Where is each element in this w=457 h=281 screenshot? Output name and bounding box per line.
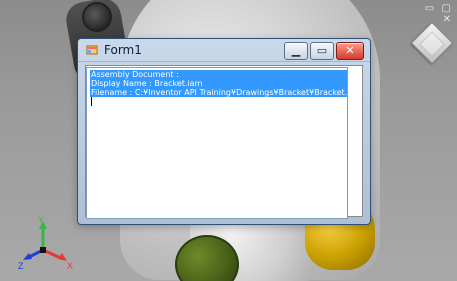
- minimize-button[interactable]: ▁: [284, 42, 308, 60]
- close-button[interactable]: ✕: [336, 42, 364, 60]
- maximize-icon: ▭: [316, 44, 328, 57]
- minimize-icon: ▁: [291, 44, 301, 57]
- caption-buttons: ▁ ▭ ✕: [284, 42, 364, 60]
- y-axis-label: Y: [38, 215, 44, 225]
- text-line-2: Display Name : Bracket.iam: [90, 79, 347, 88]
- viewport-window-controls[interactable]: ▭ ▢ ✕: [419, 3, 453, 25]
- x-axis-label: X: [67, 261, 73, 270]
- form-titlebar[interactable]: Form1 ▁ ▭ ✕: [78, 39, 370, 62]
- view-cube-icon[interactable]: [410, 21, 454, 65]
- maximize-button[interactable]: ▭: [310, 42, 334, 60]
- text-caret: [91, 97, 92, 106]
- z-axis-label: Z: [18, 261, 24, 270]
- text-line-3: Filename : C:¥Inventor API Training¥Draw…: [90, 88, 348, 97]
- z-axis-arrow-icon: [23, 253, 32, 260]
- form-window[interactable]: Form1 ▁ ▭ ✕ Assembly Document : Display …: [77, 38, 371, 225]
- x-axis-arrow-icon: [58, 253, 67, 261]
- window-title: Form1: [104, 43, 142, 57]
- output-textbox[interactable]: Assembly Document : Display Name : Brack…: [86, 67, 348, 219]
- app-icon: [86, 45, 98, 55]
- close-icon: ✕: [345, 44, 355, 57]
- axis-origin-icon: [40, 247, 46, 253]
- text-line-1: Assembly Document :: [90, 70, 347, 79]
- axis-triad: Y X Z: [18, 215, 73, 270]
- model-bolt: [82, 2, 112, 32]
